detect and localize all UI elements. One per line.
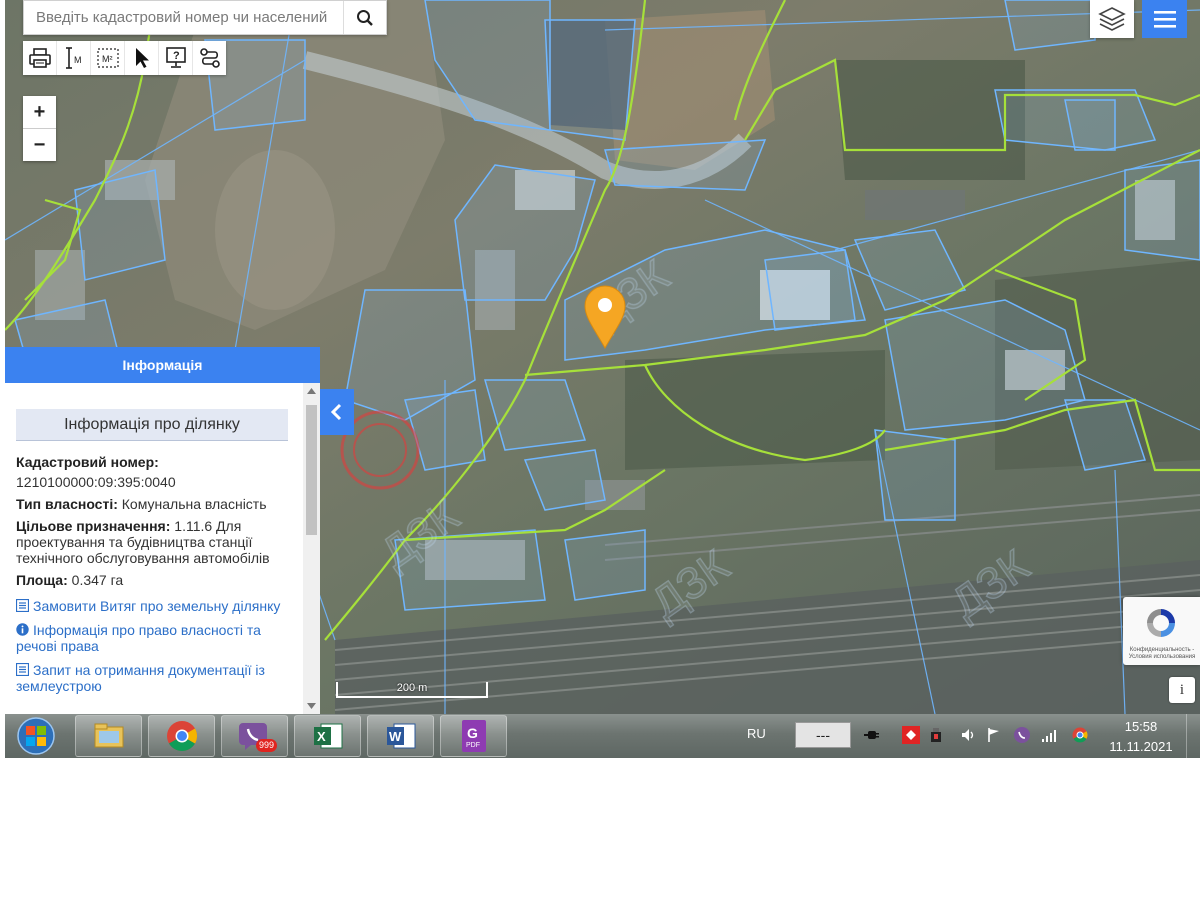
- order-extract-link-text[interactable]: Замовити Витяг про земельну ділянку: [33, 598, 280, 614]
- chrome-icon: [166, 721, 197, 752]
- taskbar-pdf[interactable]: G PDF: [440, 715, 507, 757]
- taskbar-word[interactable]: W: [367, 715, 434, 757]
- info-panel-header: Інформація: [5, 347, 320, 383]
- folder-icon: [94, 723, 123, 748]
- ruler-length-icon: M: [65, 47, 82, 69]
- tray-viber-icon[interactable]: [1013, 726, 1031, 744]
- cadastral-number-value: 1210100000:09:395:0040: [16, 474, 176, 490]
- search-button[interactable]: [343, 1, 386, 34]
- document-list-icon: [16, 599, 29, 612]
- tray-usb-icon[interactable]: [927, 726, 945, 744]
- scrollbar-thumb[interactable]: [306, 405, 317, 535]
- cadastral-number-label: Кадастровий номер:: [16, 454, 159, 470]
- screen: ДЗК ДЗК ДЗК ДЗК Введіть кадастровий номе…: [5, 0, 1200, 758]
- area-value: 0.347 га: [71, 572, 124, 588]
- svg-text:?: ?: [173, 50, 180, 62]
- taskbar-chrome[interactable]: [148, 715, 215, 757]
- scroll-down-arrow-icon[interactable]: [307, 703, 316, 709]
- identify-button[interactable]: ?: [159, 41, 193, 75]
- printer-icon: [28, 48, 51, 68]
- hamburger-menu-icon: [1153, 11, 1176, 28]
- print-button[interactable]: [23, 41, 57, 75]
- recaptcha-icon: [1147, 609, 1175, 637]
- info-panel-body: Інформація про ділянку Кадастровий номер…: [5, 383, 314, 714]
- tray-input-field[interactable]: ---: [795, 722, 851, 748]
- select-button[interactable]: [125, 41, 159, 75]
- clock-time[interactable]: 15:58: [1107, 719, 1175, 734]
- viber-badge: 999: [256, 739, 278, 752]
- scroll-up-arrow-icon[interactable]: [307, 388, 316, 394]
- cursor-arrow-icon: [135, 48, 149, 68]
- svg-text:G: G: [467, 725, 478, 741]
- layers-icon: [1098, 7, 1126, 31]
- tray-volume-icon[interactable]: [959, 726, 977, 744]
- search-bar: [23, 0, 387, 35]
- chevron-left-icon: [330, 403, 342, 421]
- parcel-info-title: Інформація про ділянку: [16, 409, 288, 441]
- measure-area-button[interactable]: M²: [91, 41, 125, 75]
- svg-text:M: M: [74, 55, 82, 65]
- taskbar-excel[interactable]: X: [294, 715, 361, 757]
- cadastral-number-row: Кадастровий номер:: [16, 454, 296, 470]
- order-extract-link[interactable]: Замовити Витяг про земельну ділянку: [16, 598, 296, 614]
- ownership-info-link-text[interactable]: Інформація про право власності та речові…: [16, 622, 261, 654]
- pdf-label: PDF: [466, 742, 480, 749]
- map-toolbar: M M² ?: [23, 41, 226, 75]
- collapse-panel-button[interactable]: [320, 389, 354, 435]
- zoom-control: + −: [23, 96, 56, 161]
- ownership-label: Тип власності:: [16, 496, 118, 512]
- recaptcha-badge[interactable]: Конфиденциальность - Условия использован…: [1123, 597, 1200, 665]
- language-indicator[interactable]: RU: [747, 726, 766, 741]
- document-list-icon: [16, 663, 29, 676]
- tray-chrome-icon[interactable]: [1071, 726, 1089, 744]
- taskbar-explorer[interactable]: [75, 715, 142, 757]
- route-button[interactable]: [193, 41, 226, 75]
- purpose-row: Цільове призначення: 1.11.6 Для проектув…: [16, 518, 296, 566]
- area-label: Площа:: [16, 572, 68, 588]
- ownership-value: Комунальна власність: [121, 496, 267, 512]
- svg-text:M²: M²: [102, 54, 113, 64]
- info-circle-icon: [16, 623, 29, 636]
- search-icon: [357, 9, 373, 26]
- map-scale-bar: 200 m: [336, 682, 488, 698]
- excel-icon: X: [313, 723, 342, 749]
- clock-date[interactable]: 11.11.2021: [1107, 739, 1175, 754]
- tray-flag-icon[interactable]: [985, 726, 1003, 744]
- documentation-request-link-text[interactable]: Запит на отримання документації із земле…: [16, 662, 265, 694]
- taskbar-viber[interactable]: 999: [221, 715, 288, 757]
- recaptcha-terms-text[interactable]: Конфиденциальность - Условия использован…: [1126, 647, 1198, 661]
- area-row: Площа: 0.347 га: [16, 572, 296, 588]
- zoom-out-button[interactable]: −: [23, 129, 56, 161]
- area-measure-icon: M²: [96, 48, 119, 68]
- windows-taskbar: 999 X W G PDF RU --- 15:58 11.11.2021: [5, 714, 1200, 758]
- map-view[interactable]: ДЗК ДЗК ДЗК ДЗК Введіть кадастровий номе…: [5, 0, 1200, 714]
- start-button[interactable]: [12, 716, 60, 756]
- documentation-request-link[interactable]: Запит на отримання документації із земле…: [16, 662, 296, 694]
- map-info-button[interactable]: i: [1169, 677, 1195, 703]
- ownership-info-link[interactable]: Інформація про право власності та речові…: [16, 622, 296, 654]
- info-monitor-icon: ?: [165, 47, 186, 68]
- purpose-label: Цільове призначення:: [16, 518, 171, 534]
- layers-button[interactable]: [1090, 0, 1134, 38]
- svg-text:W: W: [389, 729, 402, 744]
- zoom-in-button[interactable]: +: [23, 96, 56, 129]
- word-icon: W: [386, 723, 415, 749]
- windows-start-icon: [17, 717, 55, 755]
- info-panel-scrollbar[interactable]: [303, 383, 320, 714]
- show-desktop-button[interactable]: [1186, 714, 1200, 758]
- info-panel: Інформація Інформація про ділянку Кадаст…: [5, 347, 320, 714]
- search-input[interactable]: [24, 1, 343, 34]
- tray-plug-icon[interactable]: [863, 726, 881, 744]
- tray-anydesk-icon[interactable]: [902, 726, 920, 744]
- ownership-row: Тип власності: Комунальна власність: [16, 496, 296, 512]
- scale-label: 200 m: [396, 682, 428, 694]
- menu-button[interactable]: [1142, 0, 1187, 38]
- measure-length-button[interactable]: M: [57, 41, 91, 75]
- svg-text:X: X: [317, 729, 326, 744]
- tray-network-icon[interactable]: [1041, 726, 1059, 744]
- route-icon: [199, 48, 220, 68]
